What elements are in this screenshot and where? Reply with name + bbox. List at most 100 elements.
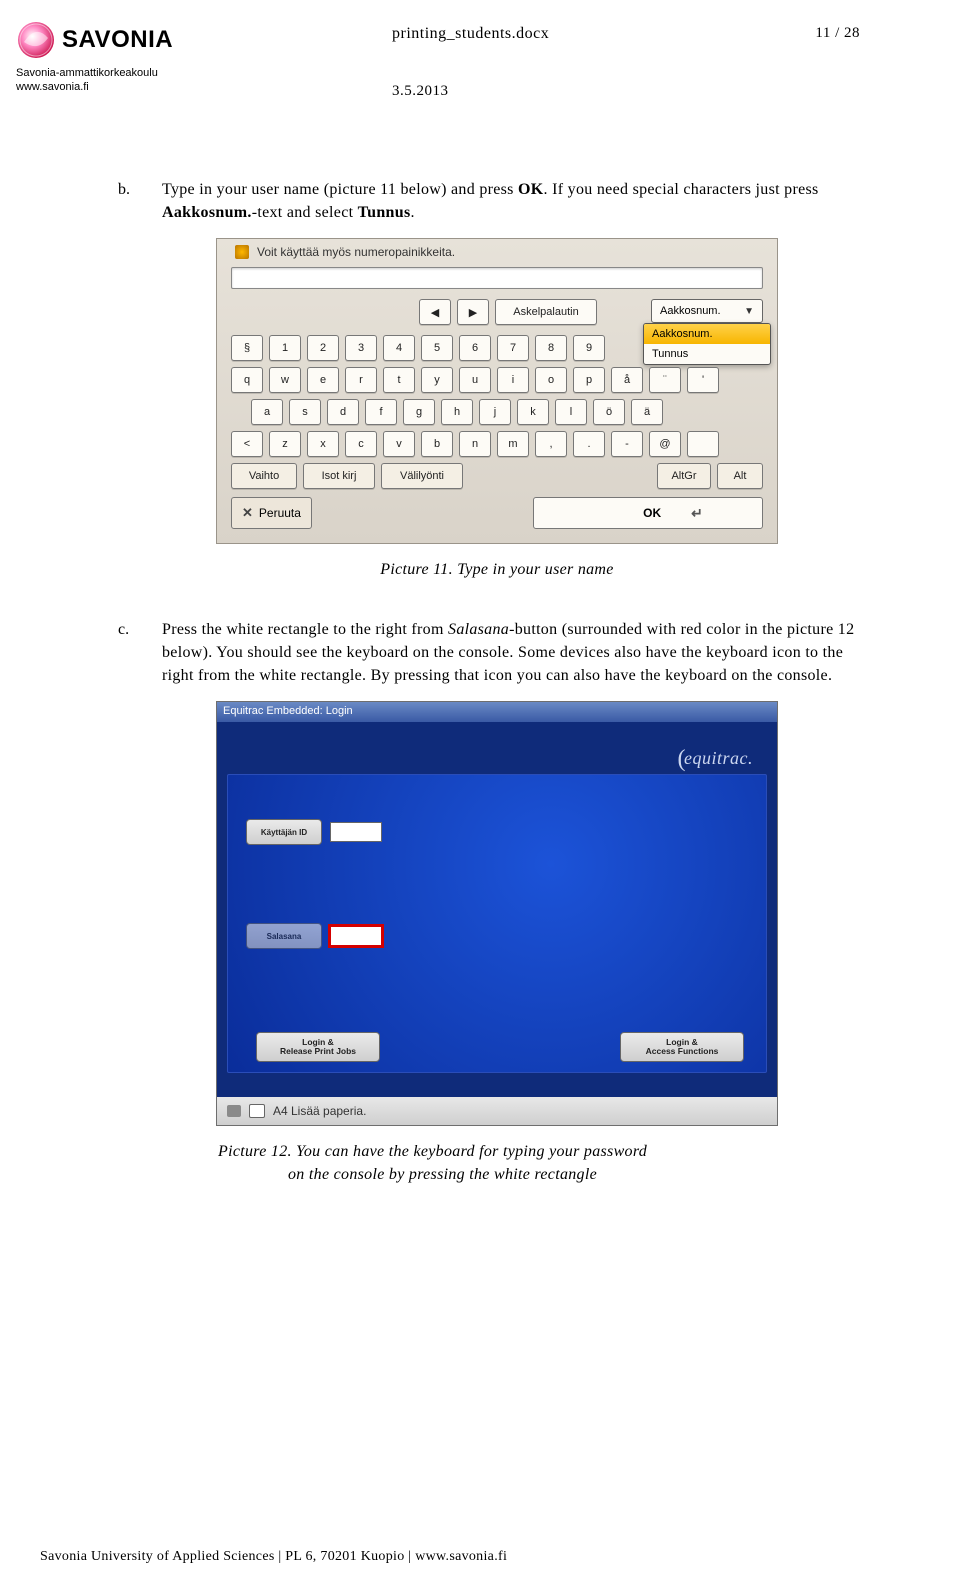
key-f[interactable]: f — [365, 399, 397, 425]
key-g[interactable]: g — [403, 399, 435, 425]
chevron-down-icon: ▼ — [744, 306, 754, 317]
cancel-button[interactable]: ✕ Peruuta — [231, 497, 312, 529]
key-9[interactable]: 9 — [573, 335, 605, 361]
key-,[interactable]: , — [535, 431, 567, 457]
org-logo-block: SAVONIA Savonia-ammattikorkeakoulu www.s… — [16, 20, 316, 95]
key-row-q: qwertyuiopå¨' — [231, 367, 763, 393]
login-release-button[interactable]: Login &Release Print Jobs — [256, 1032, 380, 1062]
mode-dropdown[interactable]: Aakkosnum. ▼ Aakkosnum. Tunnus — [651, 299, 763, 323]
key-6[interactable]: 6 — [459, 335, 491, 361]
info-icon — [235, 245, 249, 259]
key-c[interactable]: c — [345, 431, 377, 457]
key-'[interactable]: ' — [687, 367, 719, 393]
key-.[interactable]: . — [573, 431, 605, 457]
cancel-label: Peruuta — [259, 506, 301, 520]
space-key[interactable]: Välilyönti — [381, 463, 463, 489]
password-button[interactable]: Salasana — [246, 923, 322, 949]
page-footer: Savonia University of Applied Sciences |… — [40, 1550, 507, 1564]
key-<[interactable]: < — [231, 431, 263, 457]
key-m[interactable]: m — [497, 431, 529, 457]
document-body: b. Type in your user name (picture 11 be… — [118, 178, 876, 1187]
user-id-field[interactable] — [330, 822, 382, 842]
key-l[interactable]: l — [555, 399, 587, 425]
key-row-a: asdfghjklöä — [251, 399, 763, 425]
user-id-row: Käyttäjän ID — [246, 819, 382, 845]
header-filename: printing_students.docx — [392, 26, 549, 42]
user-id-button[interactable]: Käyttäjän ID — [246, 819, 322, 845]
key-¨[interactable]: ¨ — [649, 367, 681, 393]
key-å[interactable]: å — [611, 367, 643, 393]
list-marker-c: c. — [118, 618, 138, 688]
key-u[interactable]: u — [459, 367, 491, 393]
key-s[interactable]: s — [289, 399, 321, 425]
password-field[interactable] — [330, 926, 382, 946]
login-access-button[interactable]: Login &Access Functions — [620, 1032, 744, 1062]
org-wordmark: SAVONIA — [62, 28, 173, 52]
key-1[interactable]: 1 — [269, 335, 301, 361]
key-7[interactable]: 7 — [497, 335, 529, 361]
text: Press the white rectangle to the right f… — [162, 621, 448, 638]
key-i[interactable]: i — [497, 367, 529, 393]
key-z[interactable]: z — [269, 431, 301, 457]
key-@[interactable]: @ — [649, 431, 681, 457]
key-5[interactable]: 5 — [421, 335, 453, 361]
key-2[interactable]: 2 — [307, 335, 339, 361]
key-blank[interactable] — [687, 431, 719, 457]
header-date: 3.5.2013 — [392, 84, 449, 99]
key-e[interactable]: e — [307, 367, 339, 393]
header-page-number: 11 / 28 — [815, 26, 860, 41]
key-a[interactable]: a — [251, 399, 283, 425]
list-item-c: c. Press the white rectangle to the righ… — [118, 618, 876, 688]
arrow-right-key[interactable]: ▶ — [457, 299, 489, 325]
key-p[interactable]: p — [573, 367, 605, 393]
text: . If you need special characters just pr… — [544, 181, 819, 198]
key-4[interactable]: 4 — [383, 335, 415, 361]
caption-picture-12-line1: Picture 12. You can have the keyboard fo… — [218, 1140, 876, 1163]
picture-11-keyboard: Voit käyttää myös numeropainikkeita. ◀ ▶… — [216, 238, 778, 544]
key-j[interactable]: j — [479, 399, 511, 425]
key-row-fn: Vaihto Isot kirj Välilyönti AltGr Alt — [231, 463, 763, 489]
key-w[interactable]: w — [269, 367, 301, 393]
key-b[interactable]: b — [421, 431, 453, 457]
backspace-key[interactable]: Askelpalautin — [495, 299, 597, 325]
caption-picture-12-line2: on the console by pressing the white rec… — [288, 1163, 876, 1186]
key-8[interactable]: 8 — [535, 335, 567, 361]
keyboard-hint-text: Voit käyttää myös numeropainikkeita. — [257, 245, 455, 259]
key-§[interactable]: § — [231, 335, 263, 361]
shift-key[interactable]: Vaihto — [231, 463, 297, 489]
key-h[interactable]: h — [441, 399, 473, 425]
key-x[interactable]: x — [307, 431, 339, 457]
altgr-key[interactable]: AltGr — [657, 463, 711, 489]
key-row-numbers: §123456789 — [231, 335, 763, 361]
alt-key[interactable]: Alt — [717, 463, 763, 489]
key-v[interactable]: v — [383, 431, 415, 457]
keyboard-hint: Voit käyttää myös numeropainikkeita. — [235, 245, 455, 259]
equitrac-titlebar: Equitrac Embedded: Login — [217, 702, 777, 722]
key-q[interactable]: q — [231, 367, 263, 393]
org-subtitle: Savonia-ammattikorkeakoulu — [16, 66, 316, 80]
list-item-b: b. Type in your user name (picture 11 be… — [118, 178, 876, 224]
arrow-left-key[interactable]: ◀ — [419, 299, 451, 325]
caption-picture-11: Picture 11. Type in your user name — [118, 558, 876, 581]
key--[interactable]: - — [611, 431, 643, 457]
salasana-italic: Salasana — [448, 621, 509, 638]
key-k[interactable]: k — [517, 399, 549, 425]
ok-button[interactable]: OK ↵ — [533, 497, 763, 529]
tunnus-bold: Tunnus — [358, 204, 411, 221]
key-ö[interactable]: ö — [593, 399, 625, 425]
text: . — [410, 204, 414, 221]
key-t[interactable]: t — [383, 367, 415, 393]
key-y[interactable]: y — [421, 367, 453, 393]
username-input[interactable] — [231, 267, 763, 289]
key-r[interactable]: r — [345, 367, 377, 393]
key-d[interactable]: d — [327, 399, 359, 425]
key-n[interactable]: n — [459, 431, 491, 457]
key-3[interactable]: 3 — [345, 335, 377, 361]
status-indicator-icon — [227, 1105, 241, 1117]
capslock-key[interactable]: Isot kirj — [303, 463, 375, 489]
key-o[interactable]: o — [535, 367, 567, 393]
aakkosnum-bold: Aakkosnum. — [162, 204, 252, 221]
text: Type in your user name (picture 11 below… — [162, 181, 518, 198]
text: -text and select — [252, 204, 358, 221]
key-ä[interactable]: ä — [631, 399, 663, 425]
